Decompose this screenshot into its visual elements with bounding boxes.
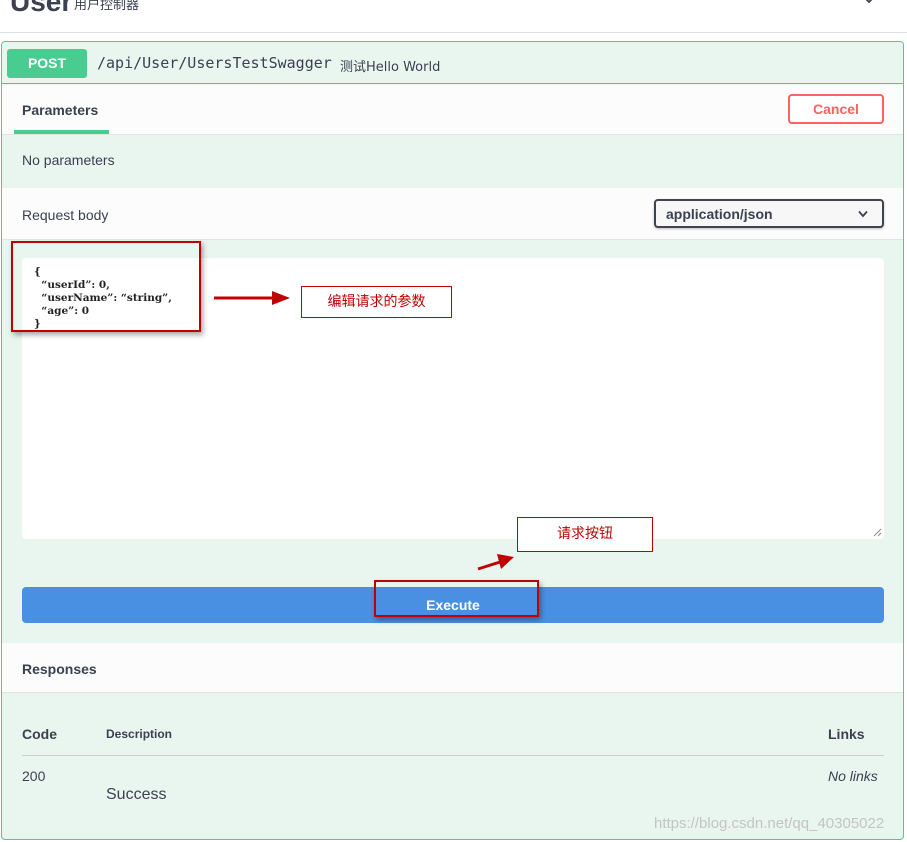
- chevron-down-icon: [858, 210, 868, 218]
- response-links: No links: [828, 768, 878, 784]
- chevron-down-icon[interactable]: [863, 0, 875, 6]
- parameters-header: Parameters Cancel: [2, 85, 903, 135]
- tag-header[interactable]: User 用户控制器: [0, 0, 907, 36]
- method-badge: POST: [7, 49, 87, 78]
- tag-description: 用户控制器: [74, 0, 140, 13]
- watermark: https://blog.csdn.net/qq_40305022: [654, 815, 885, 832]
- response-code: 200: [22, 768, 46, 784]
- column-header-code: Code: [22, 726, 57, 742]
- annotation-highlight-execute: [374, 580, 539, 617]
- annotation-highlight-json: [11, 241, 201, 332]
- request-body-label: Request body: [22, 207, 109, 223]
- content-type-value: application/json: [666, 206, 773, 222]
- operation-path: /api/User/UsersTestSwagger: [97, 54, 332, 72]
- column-header-links: Links: [828, 726, 865, 742]
- tab-active-indicator: [14, 130, 109, 134]
- tag-title: User: [10, 0, 73, 17]
- resize-grip-icon[interactable]: [872, 527, 882, 537]
- divider: [22, 755, 884, 756]
- operation-summary-text: 测试Hello World: [340, 60, 441, 75]
- column-header-description: Description: [106, 727, 173, 741]
- no-parameters-text: No parameters: [22, 152, 115, 168]
- responses-title: Responses: [22, 661, 97, 677]
- response-description: Success: [106, 786, 167, 803]
- operation-block: POST /api/User/UsersTestSwagger 测试Hello …: [1, 41, 904, 840]
- operation-summary[interactable]: POST /api/User/UsersTestSwagger 测试Hello …: [2, 42, 903, 84]
- annotation-label-edit-params: 编辑请求的参数: [301, 286, 452, 318]
- divider: [0, 32, 907, 33]
- request-body-header: Request body application/json: [2, 188, 903, 240]
- content-type-select[interactable]: application/json: [654, 199, 884, 228]
- cancel-button[interactable]: Cancel: [788, 94, 884, 124]
- tab-parameters[interactable]: Parameters: [22, 102, 98, 118]
- annotation-label-request-button: 请求按钮: [517, 517, 653, 552]
- responses-header: Responses: [2, 643, 903, 693]
